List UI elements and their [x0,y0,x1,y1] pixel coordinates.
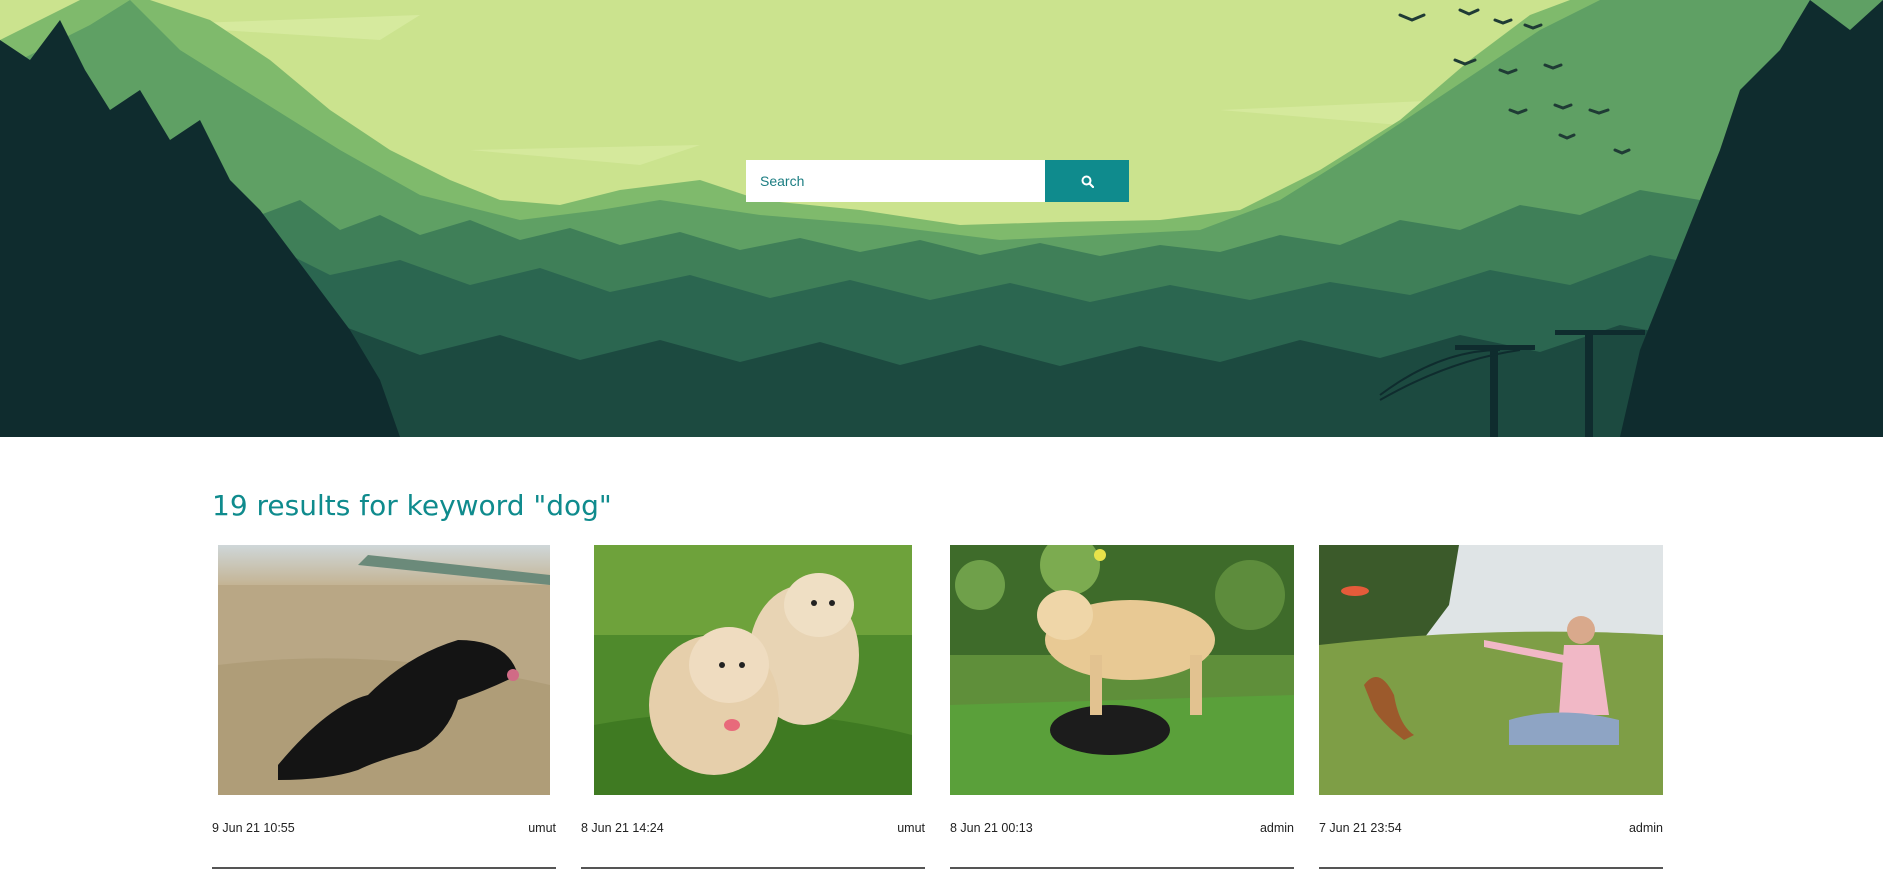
search-input[interactable] [746,160,1045,202]
search-bar [746,160,1129,202]
next-row-card-edge [581,867,925,877]
result-author: umut [528,821,556,835]
result-date: 9 Jun 21 10:55 [212,821,295,835]
result-image[interactable] [594,545,912,795]
result-image[interactable] [218,545,550,795]
next-row-card-edge [1319,867,1663,877]
result-image[interactable] [1319,545,1663,795]
result-date: 7 Jun 21 23:54 [1319,821,1402,835]
result-author: umut [897,821,925,835]
search-button[interactable] [1045,160,1129,202]
result-author: admin [1259,821,1294,835]
hero-banner [0,0,1883,437]
result-date: 8 Jun 21 14:24 [581,821,664,835]
next-row-card-edge [950,867,1294,877]
result-image[interactable] [950,545,1294,795]
black-dog-photo [218,545,550,795]
forest-landscape-illustration [0,0,1883,437]
result-date: 8 Jun 21 00:13 [950,821,1033,835]
terriers-photo [594,545,912,795]
frisbee-photo [1319,545,1663,795]
dogs-playing-photo [950,545,1294,795]
result-author: admin [1628,821,1663,835]
search-icon [1081,175,1094,188]
results-heading: 19 results for keyword "dog" [212,489,612,522]
next-row-card-edge [212,867,556,877]
